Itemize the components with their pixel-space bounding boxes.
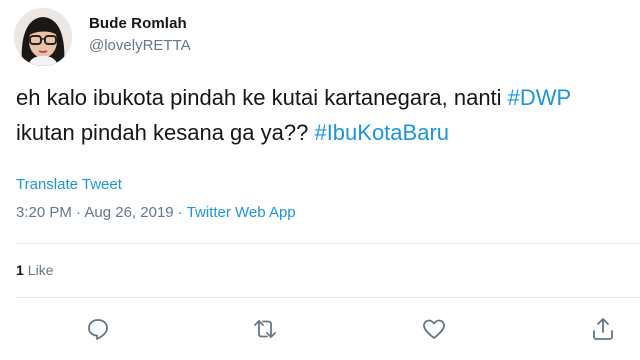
tweet-text: eh kalo ibukota pindah ke kutai kartaneg…: [16, 80, 628, 150]
tweet-text-part-2: ikutan pindah kesana ga ya??: [16, 120, 315, 145]
divider: [16, 243, 640, 244]
avatar-image: [14, 8, 72, 66]
like-button[interactable]: [421, 316, 447, 342]
reply-icon: [88, 319, 108, 340]
share-button[interactable]: [590, 316, 616, 342]
retweet-icon: [254, 320, 276, 338]
tweet-date[interactable]: Aug 26, 2019: [84, 204, 173, 221]
user-handle[interactable]: @lovelyRETTA: [89, 37, 191, 54]
likes-summary[interactable]: 1 Like: [16, 262, 53, 278]
heart-icon: [423, 319, 445, 339]
hashtag-dwp[interactable]: #DWP: [508, 85, 571, 110]
tweet-text-part-1: eh kalo ibukota pindah ke kutai kartaneg…: [16, 85, 508, 110]
likes-label: Like: [27, 262, 54, 278]
display-name[interactable]: Bude Romlah: [89, 15, 187, 32]
likes-count: 1: [16, 262, 24, 278]
tweet-meta: 3:20 PM · Aug 26, 2019 · Twitter Web App: [16, 204, 296, 221]
tweet-time[interactable]: 3:20 PM: [16, 204, 72, 221]
tweet-source-link[interactable]: Twitter Web App: [187, 204, 296, 221]
meta-separator: ·: [173, 204, 187, 221]
meta-separator: ·: [71, 204, 85, 221]
share-icon: [593, 318, 613, 340]
action-bar: [0, 316, 640, 344]
avatar[interactable]: [14, 8, 72, 66]
hashtag-ibukotabaru[interactable]: #IbuKotaBaru: [314, 120, 449, 145]
retweet-button[interactable]: [252, 316, 278, 342]
tweet-card: Bude Romlah @lovelyRETTA eh kalo ibukota…: [0, 0, 640, 360]
divider: [16, 297, 640, 298]
reply-button[interactable]: [85, 316, 111, 342]
translate-tweet-link[interactable]: Translate Tweet: [16, 176, 122, 193]
